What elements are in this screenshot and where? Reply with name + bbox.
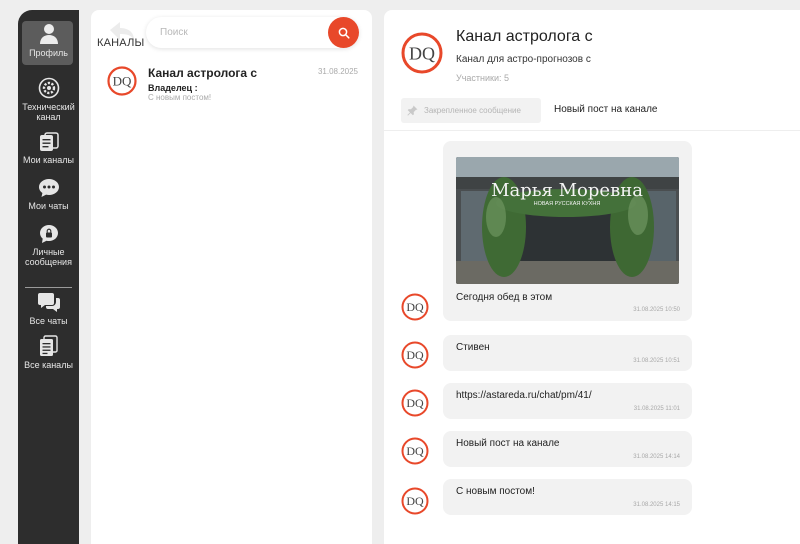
pin-icon — [407, 105, 418, 116]
photo-sign-text: Марья Моревна — [491, 180, 643, 201]
channel-name: Канал астролога с — [148, 66, 258, 80]
avatar-text: DQ — [406, 348, 424, 362]
message-text: Сегодня обед в этом — [456, 292, 553, 303]
search-button[interactable] — [328, 17, 359, 48]
message-avatar: DQ — [401, 437, 429, 465]
chat-header-avatar: DQ — [401, 32, 443, 74]
documents-icon — [39, 335, 58, 356]
avatar-text: DQ — [406, 444, 424, 458]
lock-icon — [39, 225, 58, 243]
chat-title: Канал астролога с — [456, 28, 593, 45]
sidebar-item-all-chats[interactable]: Все чаты — [18, 291, 79, 326]
channel-last-message: С новым постом! — [148, 93, 212, 102]
chats-icon — [37, 293, 60, 312]
sidebar: Профиль Технический канал Мои каналы Мои… — [18, 10, 79, 544]
pinned-bar: Закрепленное сообщение Новый пост на кан… — [384, 97, 800, 131]
sidebar-item-label: Мои каналы — [23, 155, 74, 165]
chat-panel: DQ Канал астролога с Канал для астро-про… — [384, 10, 800, 544]
sidebar-item-label: Технический канал — [22, 102, 75, 122]
message-avatar: DQ — [401, 389, 429, 417]
message-text: Новый пост на канале — [456, 438, 560, 449]
sidebar-item-tech-channel[interactable]: Технический канал — [18, 77, 79, 122]
chat-members-count[interactable]: Участники: 5 — [456, 73, 509, 83]
chat-description: Канал для астро-прогнозов с — [456, 54, 591, 65]
message-time: 31.08.2025 10:50 — [633, 307, 680, 313]
avatar-text: DQ — [406, 300, 424, 314]
message-bubble[interactable]: Новый пост на канале 31.08.2025 14:14 — [443, 431, 692, 467]
sidebar-item-my-channels[interactable]: Мои каналы — [18, 132, 79, 165]
search-box — [146, 17, 359, 48]
channel-avatar: DQ — [107, 66, 137, 96]
message-text: С новым постом! — [456, 486, 535, 497]
message-bubble[interactable]: https://astareda.ru/chat/pm/41/ 31.08.20… — [443, 383, 692, 419]
sidebar-item-my-chats[interactable]: Мои чаты — [18, 178, 79, 211]
search-icon — [338, 27, 350, 39]
person-icon — [39, 24, 58, 44]
message-image[interactable]: Марья Моревна НОВАЯ РУССКАЯ КУХНЯ — [456, 157, 679, 284]
avatar-text: DQ — [406, 396, 424, 410]
photo-subsign-text: НОВАЯ РУССКАЯ КУХНЯ — [534, 201, 601, 207]
message-time: 31.08.2025 11:01 — [633, 406, 680, 412]
message-link[interactable]: https://astareda.ru/chat/pm/41/ — [456, 390, 592, 401]
sidebar-item-label: Личные сообщения — [25, 247, 72, 267]
sidebar-item-label: Все каналы — [24, 360, 73, 370]
channel-owner-label: Владелец : — [148, 83, 198, 93]
sidebar-item-personal-messages[interactable]: Личные сообщения — [18, 224, 79, 267]
sidebar-item-label: Профиль — [29, 48, 68, 58]
sidebar-item-label: Мои чаты — [28, 201, 69, 211]
pinned-message-text[interactable]: Новый пост на канале — [554, 104, 657, 115]
search-input[interactable] — [160, 24, 320, 41]
message-text: Стивен — [456, 342, 490, 353]
channels-title: КАНАЛЫ — [97, 37, 145, 49]
message-time: 31.08.2025 14:15 — [633, 502, 680, 508]
sidebar-item-label: Все чаты — [29, 316, 68, 326]
channel-date: 31.08.2025 — [317, 67, 358, 76]
channel-list-item[interactable]: DQ Канал астролога с 31.08.2025 Владелец… — [91, 62, 372, 112]
message-avatar: DQ — [401, 341, 429, 369]
sidebar-item-all-channels[interactable]: Все каналы — [18, 335, 79, 370]
sidebar-item-profile[interactable]: Профиль — [18, 23, 79, 58]
channels-icon — [39, 132, 59, 151]
message-time: 31.08.2025 14:14 — [633, 454, 680, 460]
chat-dots-icon — [38, 179, 59, 197]
avatar-text: DQ — [409, 44, 435, 64]
pinned-label: Закрепленное сообщение — [424, 106, 521, 115]
message-avatar: DQ — [401, 293, 429, 321]
pinned-message-button[interactable]: Закрепленное сообщение — [401, 98, 541, 123]
message-time: 31.08.2025 10:51 — [633, 358, 680, 364]
sidebar-divider — [25, 287, 72, 288]
avatar-text: DQ — [113, 74, 132, 89]
channels-panel: КАНАЛЫ DQ Канал астролога с 31.08.2025 В… — [91, 10, 372, 544]
message-bubble[interactable]: С новым постом! 31.08.2025 14:15 — [443, 479, 692, 515]
message-bubble[interactable]: Марья Моревна НОВАЯ РУССКАЯ КУХНЯ Сегодн… — [443, 141, 692, 321]
avatar-text: DQ — [406, 494, 424, 508]
gear-icon — [38, 77, 59, 99]
message-avatar: DQ — [401, 487, 429, 515]
message-bubble[interactable]: Стивен 31.08.2025 10:51 — [443, 335, 692, 371]
